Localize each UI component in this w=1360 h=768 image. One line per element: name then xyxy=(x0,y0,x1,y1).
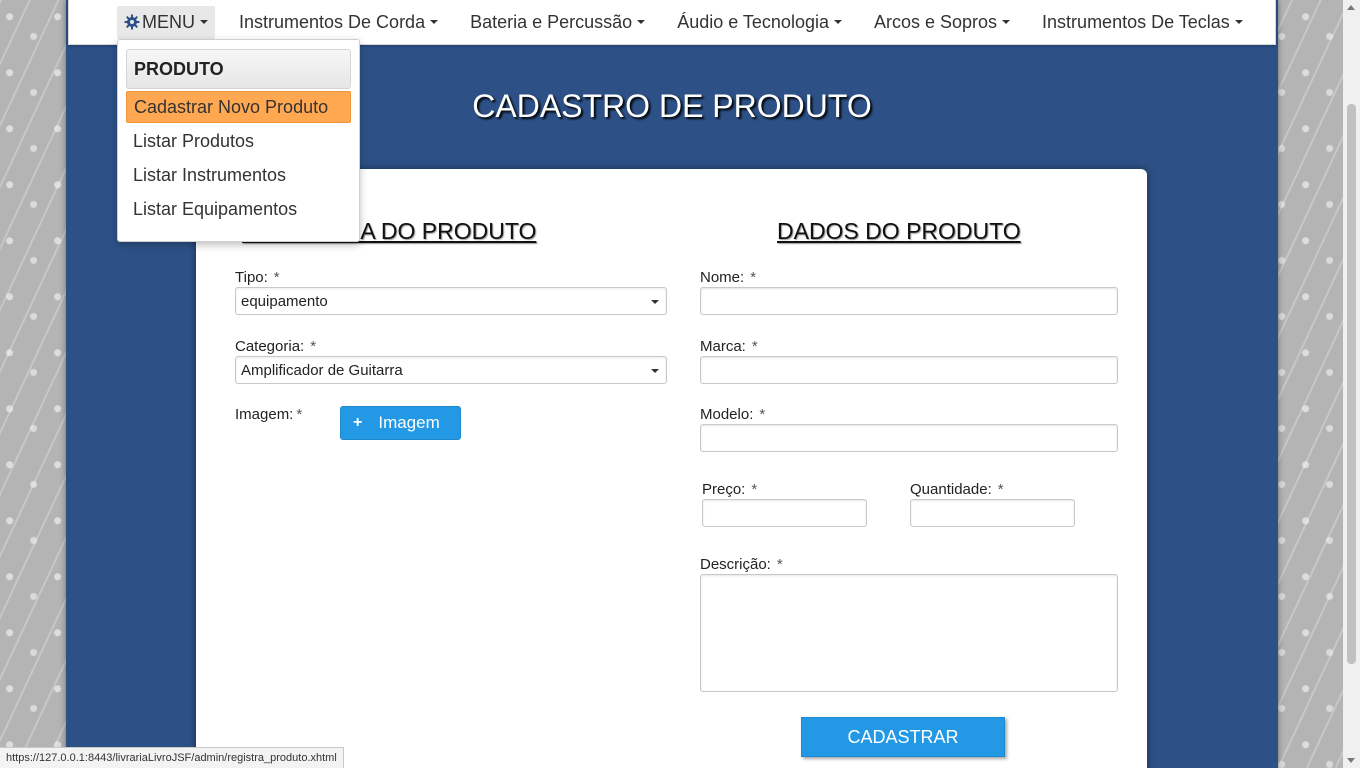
modelo-input[interactable] xyxy=(700,424,1118,452)
tipo-selected-value: equipamento xyxy=(241,292,328,310)
required-mark: * xyxy=(776,556,783,573)
categoria-label: Categoria: * xyxy=(235,338,316,355)
caret-down-icon xyxy=(1002,20,1011,24)
preco-label-text: Preço: xyxy=(702,481,746,498)
required-mark: * xyxy=(759,406,766,423)
imagem-label: Imagem: * xyxy=(235,406,302,423)
nav-item-label: Instrumentos De Corda xyxy=(239,11,426,32)
required-mark: * xyxy=(273,269,280,286)
caret-down-icon xyxy=(637,20,646,24)
menu-label: MENU xyxy=(142,11,195,32)
nome-label: Nome: * xyxy=(700,269,756,286)
nav-item-bateria-e-percussao[interactable]: Bateria e Percussão xyxy=(462,6,653,39)
menu-item-cadastrar-novo-produto[interactable]: Cadastrar Novo Produto xyxy=(126,91,351,123)
required-mark: * xyxy=(751,338,758,355)
required-mark: * xyxy=(997,481,1004,498)
tipo-label-text: Tipo: xyxy=(235,269,268,286)
scroll-up-icon[interactable] xyxy=(1347,5,1355,10)
tipo-label: Tipo: * xyxy=(235,269,280,286)
nome-input[interactable] xyxy=(700,287,1118,315)
preco-label: Preço: * xyxy=(702,481,757,498)
caret-down-icon xyxy=(200,20,208,24)
required-mark: * xyxy=(296,406,303,423)
required-mark: * xyxy=(310,338,317,355)
dropdown-header: PRODUTO xyxy=(126,49,351,89)
caret-down-icon xyxy=(833,20,842,24)
chevron-down-icon xyxy=(651,369,659,373)
caret-down-icon xyxy=(430,20,439,24)
nav-item-instrumentos-de-corda[interactable]: Instrumentos De Corda xyxy=(231,6,446,39)
section-title-dados: DADOS DO PRODUTO xyxy=(777,218,1021,244)
scrollbar-thumb[interactable] xyxy=(1347,104,1356,664)
tipo-select[interactable]: equipamento xyxy=(235,287,667,315)
menu-item-listar-equipamentos[interactable]: Listar Equipamentos xyxy=(126,193,351,225)
nav-item-arcos-e-sopros[interactable]: Arcos e Sopros xyxy=(866,6,1018,39)
quantidade-label: Quantidade: * xyxy=(910,481,1004,498)
nav-item-audio-e-tecnologia[interactable]: Áudio e Tecnologia xyxy=(669,6,850,39)
chevron-down-icon xyxy=(651,300,659,304)
plus-icon: + xyxy=(353,414,363,431)
menu-toggle[interactable]: MENU xyxy=(117,5,215,39)
upload-image-button[interactable]: + Imagem xyxy=(340,406,461,440)
marca-label-text: Marca: xyxy=(700,338,746,355)
vertical-scrollbar[interactable] xyxy=(1343,0,1360,768)
nav-item-label: Bateria e Percussão xyxy=(470,11,633,32)
form-card: CATEGORIA DO PRODUTO DADOS DO PRODUTO Ti… xyxy=(196,169,1147,768)
modelo-label: Modelo: * xyxy=(700,406,765,423)
nav-item-instrumentos-de-teclas[interactable]: Instrumentos De Teclas xyxy=(1034,6,1251,39)
descricao-textarea[interactable] xyxy=(700,574,1118,692)
marca-input[interactable] xyxy=(700,356,1118,384)
required-mark: * xyxy=(751,481,758,498)
modelo-label-text: Modelo: xyxy=(700,406,754,423)
categoria-selected-value: Amplificador de Guitarra xyxy=(241,361,403,379)
descricao-label: Descrição: * xyxy=(700,556,783,573)
status-bar: https://127.0.0.1:8443/livrariaLivroJSF/… xyxy=(0,747,344,768)
marca-label: Marca: * xyxy=(700,338,758,355)
upload-image-label: Imagem xyxy=(378,413,440,432)
scroll-down-icon[interactable] xyxy=(1347,758,1355,763)
quantidade-label-text: Quantidade: xyxy=(910,481,992,498)
menu-dropdown: PRODUTO Cadastrar Novo Produto Listar Pr… xyxy=(117,39,360,242)
quantidade-input[interactable] xyxy=(910,499,1075,527)
nome-label-text: Nome: xyxy=(700,269,745,286)
cadastrar-button[interactable]: CADASTRAR xyxy=(801,717,1005,757)
nav-item-label: Arcos e Sopros xyxy=(873,11,998,32)
categoria-select[interactable]: Amplificador de Guitarra xyxy=(235,356,667,384)
menu-item-listar-produtos[interactable]: Listar Produtos xyxy=(126,125,351,157)
required-mark: * xyxy=(750,269,757,286)
nav-item-label: Instrumentos De Teclas xyxy=(1042,11,1230,32)
menu-item-listar-instrumentos[interactable]: Listar Instrumentos xyxy=(126,159,351,191)
status-url: https://127.0.0.1:8443/livrariaLivroJSF/… xyxy=(6,752,337,764)
caret-down-icon xyxy=(1234,20,1243,24)
categoria-label-text: Categoria: xyxy=(235,338,305,355)
descricao-label-text: Descrição: xyxy=(700,556,771,573)
nav-item-label: Áudio e Tecnologia xyxy=(677,11,829,32)
imagem-label-text: Imagem: xyxy=(235,406,294,423)
preco-input[interactable] xyxy=(702,499,867,527)
gear-icon xyxy=(124,14,140,30)
